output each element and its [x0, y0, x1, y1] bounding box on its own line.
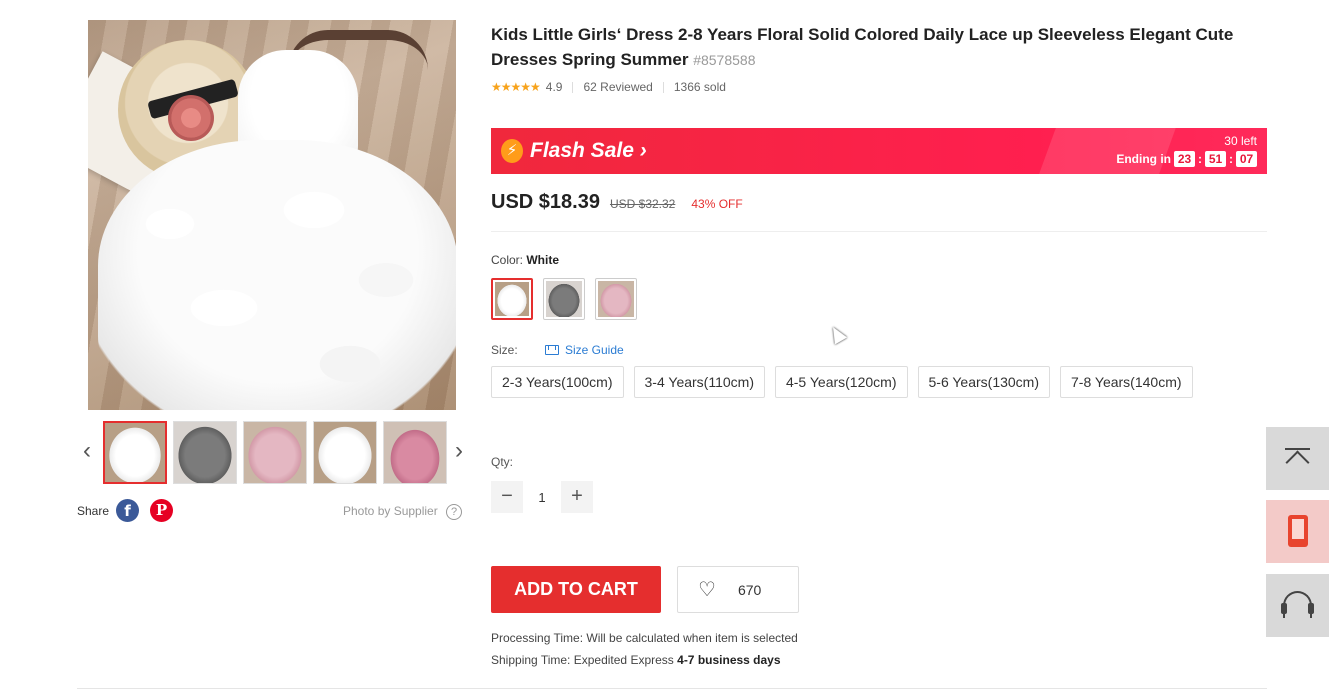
rating-row: ★★★★★ 4.9 62 Reviewed 1366 sold — [491, 80, 726, 94]
size-option[interactable]: 4-5 Years(120cm) — [774, 366, 908, 398]
size-option[interactable]: 2-3 Years(100cm) — [491, 366, 624, 398]
original-price: USD $32.32 — [609, 197, 676, 211]
countdown-colon: : — [1229, 152, 1233, 166]
section-divider — [491, 231, 1267, 232]
product-sku: #8578588 — [693, 52, 756, 68]
phone-icon — [1288, 515, 1308, 547]
share-label: Share — [77, 504, 110, 518]
shipping-label: Shipping Time: — [491, 653, 571, 667]
shipping-time: Shipping Time: Expedited Express 4-7 bus… — [491, 653, 781, 667]
qty-decrease-button[interactable]: − — [491, 481, 523, 513]
thumbnail-next-arrow[interactable]: › — [449, 438, 469, 464]
current-price: USD $18.39 — [491, 191, 600, 213]
help-icon[interactable]: ? — [446, 504, 462, 520]
thumbnail-image — [244, 422, 306, 483]
thumbnail-image — [314, 422, 376, 483]
color-label: Color: White — [491, 253, 559, 267]
color-option-pink[interactable] — [595, 278, 637, 320]
thumbnail-4[interactable] — [313, 421, 377, 484]
ending-label: Ending in — [1116, 152, 1171, 166]
chevron-right-icon: › — [639, 139, 647, 162]
pinterest-icon[interactable]: P — [150, 499, 173, 522]
flash-sale-banner[interactable]: ⚡ Flash Sale › 30 left Ending in 23 : 51… — [491, 128, 1267, 174]
thumbnail-image — [174, 422, 236, 483]
size-guide-text: Size Guide — [565, 343, 624, 357]
sold-count: 1366 sold — [673, 80, 726, 94]
processing-value: Will be calculated when item is selected — [586, 631, 798, 645]
main-product-image[interactable] — [88, 20, 456, 410]
product-title-text: Kids Little Girls‘ Dress 2-8 Years Flora… — [491, 25, 1234, 69]
processing-label: Processing Time: — [491, 631, 584, 645]
selected-color: White — [526, 253, 560, 267]
color-label-text: Color: — [491, 253, 524, 267]
photo-by-supplier: Photo by Supplier — [343, 504, 438, 518]
shipping-value: Expedited Express — [573, 653, 674, 667]
thumbnail-strip — [103, 421, 447, 484]
star-rating-icon: ★★★★★ — [491, 80, 541, 94]
countdown-colon: : — [1198, 152, 1202, 166]
rating-value: 4.9 — [545, 80, 563, 94]
chevron-up — [1285, 450, 1310, 475]
size-guide-link[interactable]: Size Guide — [545, 343, 624, 357]
back-to-top-button[interactable] — [1266, 427, 1329, 490]
facebook-icon[interactable]: f — [116, 499, 139, 522]
price-row: USD $18.39 USD $32.32 43% OFF — [491, 191, 743, 214]
processing-time: Processing Time: Will be calculated when… — [491, 631, 798, 645]
thumbnail-image — [105, 423, 165, 482]
discount-badge: 43% OFF — [691, 197, 743, 211]
heart-icon: ♡ — [698, 579, 716, 601]
color-option-white[interactable] — [491, 278, 533, 320]
thumbnail-1[interactable] — [103, 421, 167, 484]
shipping-days: 4-7 business days — [677, 653, 781, 667]
thumbnail-5[interactable] — [383, 421, 447, 484]
flash-sale-text: Flash Sale — [530, 139, 634, 162]
countdown-hours: 23 — [1174, 151, 1195, 167]
rose-decoration — [168, 95, 214, 141]
countdown-minutes: 51 — [1205, 151, 1226, 167]
stock-left: 30 left — [1224, 134, 1257, 148]
countdown: Ending in 23 : 51 : 07 — [1116, 151, 1257, 167]
qty-increase-button[interactable]: + — [561, 481, 593, 513]
color-swatch-image — [598, 281, 634, 317]
color-options — [491, 278, 637, 320]
qty-label: Qty: — [491, 455, 514, 469]
divider — [572, 81, 574, 93]
color-swatch-image — [546, 281, 582, 317]
size-option[interactable]: 7-8 Years(140cm) — [1060, 366, 1193, 398]
wishlist-button[interactable]: ♡ 670 — [677, 566, 799, 613]
color-swatch-image — [495, 282, 529, 316]
arrow-up-icon — [1285, 448, 1310, 475]
ruler-icon — [545, 345, 559, 355]
mouse-cursor — [826, 323, 848, 345]
size-option[interactable]: 5-6 Years(130cm) — [917, 366, 1051, 398]
thumbnail-3[interactable] — [243, 421, 307, 484]
color-option-gray[interactable] — [543, 278, 585, 320]
thumbnail-image — [384, 422, 446, 483]
add-to-cart-button[interactable]: ADD TO CART — [491, 566, 661, 613]
flash-sale-label: Flash Sale › — [530, 139, 647, 163]
size-label: Size: — [491, 343, 518, 357]
section-divider — [77, 688, 1267, 689]
product-title: Kids Little Girls‘ Dress 2-8 Years Flora… — [491, 22, 1261, 73]
size-options: 2-3 Years(100cm) 3-4 Years(110cm) 4-5 Ye… — [491, 366, 1193, 398]
headset-icon — [1281, 591, 1314, 618]
quantity-stepper: − 1 + — [491, 481, 593, 513]
reviews-link[interactable]: 62 Reviewed — [583, 80, 652, 94]
thumbnail-prev-arrow[interactable]: ‹ — [77, 438, 97, 464]
divider — [662, 81, 664, 93]
lightning-icon: ⚡ — [501, 139, 523, 163]
size-option[interactable]: 3-4 Years(110cm) — [633, 366, 765, 398]
countdown-seconds: 07 — [1236, 151, 1257, 167]
customer-service-button[interactable] — [1266, 574, 1329, 637]
qty-value[interactable]: 1 — [523, 490, 561, 505]
app-download-button[interactable] — [1266, 500, 1329, 563]
wishlist-count: 670 — [737, 581, 762, 598]
dress-skirt — [98, 140, 456, 410]
thumbnail-2[interactable] — [173, 421, 237, 484]
